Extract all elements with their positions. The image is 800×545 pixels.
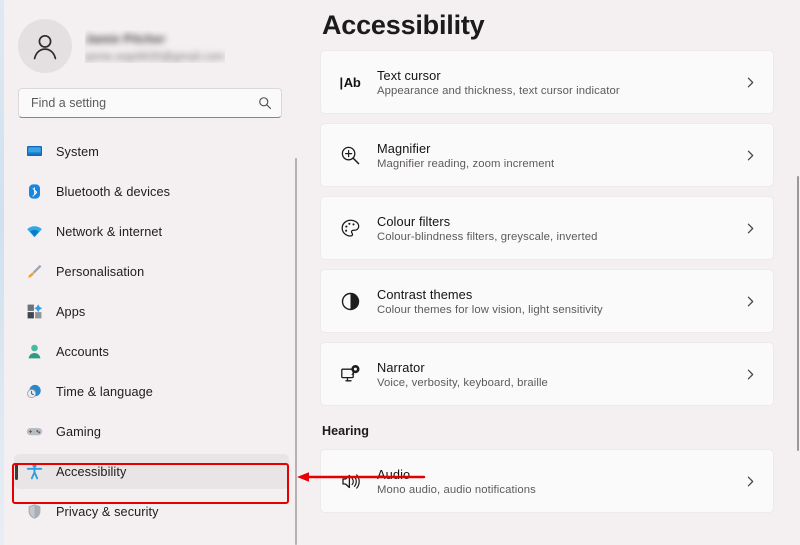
accessibility-icon	[26, 463, 43, 480]
sidebar-item-accounts[interactable]: Accounts	[14, 334, 289, 369]
bluetooth-icon	[26, 183, 43, 200]
chevron-right-icon	[744, 369, 757, 380]
sidebar-item-gaming[interactable]: Gaming	[14, 414, 289, 449]
card-colour-filters[interactable]: Colour filters Colour-blindness filters,…	[320, 196, 774, 260]
sidebar-item-label: Privacy & security	[56, 504, 159, 519]
sidebar-item-label: Bluetooth & devices	[56, 184, 171, 199]
window-edge-strip	[0, 0, 4, 545]
contrast-icon	[335, 291, 365, 312]
sidebar-nav: System Bluetooth & devices Network & int…	[0, 134, 300, 529]
paintbrush-icon	[26, 263, 43, 280]
avatar	[18, 19, 72, 73]
account-text: Jamie Pitcher jamie.wap9635@gmail.com	[85, 30, 225, 63]
page-title: Accessibility	[322, 10, 485, 40]
main-content: Accessibility | Ab Text cursor Appearance…	[300, 0, 800, 545]
sidebar-item-label: Time & language	[56, 384, 153, 399]
colour-palette-icon	[335, 218, 365, 239]
account-email: jamie.wap9635@gmail.com	[85, 50, 225, 63]
chevron-right-icon	[744, 476, 757, 487]
magnifier-icon	[335, 145, 365, 166]
card-text: Contrast themes Colour themes for low vi…	[377, 287, 744, 316]
sidebar: Jamie Pitcher jamie.wap9635@gmail.com Fi…	[0, 0, 300, 545]
card-title: Contrast themes	[377, 286, 473, 302]
card-subtitle: Voice, verbosity, keyboard, braille	[377, 376, 548, 389]
sidebar-item-label: Gaming	[56, 424, 102, 439]
card-subtitle: Appearance and thickness, text cursor in…	[377, 84, 620, 97]
chevron-right-icon	[744, 296, 757, 307]
monitor-icon	[26, 143, 43, 160]
main-scrollbar[interactable]	[797, 176, 799, 451]
card-subtitle: Magnifier reading, zoom increment	[377, 157, 555, 170]
card-text: Audio Mono audio, audio notifications	[377, 467, 744, 496]
card-text: Magnifier Magnifier reading, zoom increm…	[377, 141, 744, 170]
settings-window: Jamie Pitcher jamie.wap9635@gmail.com Fi…	[0, 0, 800, 545]
narrator-icon	[335, 364, 365, 385]
sidebar-item-label: Network & internet	[56, 224, 163, 239]
sidebar-item-label: Accessibility	[56, 464, 127, 479]
search-input[interactable]	[31, 96, 251, 110]
card-text-cursor[interactable]: | Ab Text cursor Appearance and thickness…	[320, 50, 774, 114]
account-name: Jamie Pitcher	[85, 31, 166, 46]
sidebar-item-privacy-security[interactable]: Privacy & security	[14, 494, 289, 529]
text-cursor-icon: | Ab	[339, 74, 361, 90]
gamepad-icon	[26, 423, 43, 440]
sidebar-item-label: Personalisation	[56, 264, 145, 279]
search-box[interactable]	[18, 88, 282, 118]
card-contrast-themes[interactable]: Contrast themes Colour themes for low vi…	[320, 269, 774, 333]
card-text: Narrator Voice, verbosity, keyboard, bra…	[377, 360, 744, 389]
card-narrator[interactable]: Narrator Voice, verbosity, keyboard, bra…	[320, 342, 774, 406]
apps-grid-icon	[26, 303, 43, 320]
person-icon	[26, 343, 43, 360]
card-subtitle: Mono audio, audio notifications	[377, 483, 536, 496]
shield-icon	[26, 503, 43, 520]
sidebar-item-system[interactable]: System	[14, 134, 289, 169]
sidebar-item-personalisation[interactable]: Personalisation	[14, 254, 289, 289]
wifi-icon	[26, 223, 43, 240]
card-magnifier[interactable]: Magnifier Magnifier reading, zoom increm…	[320, 123, 774, 187]
card-subtitle: Colour themes for low vision, light sens…	[377, 303, 603, 316]
card-text: Colour filters Colour-blindness filters,…	[377, 214, 744, 243]
card-title: Narrator	[377, 359, 425, 375]
card-text: Text cursor Appearance and thickness, te…	[377, 68, 744, 97]
chevron-right-icon	[744, 223, 757, 234]
chevron-right-icon	[744, 77, 757, 88]
sidebar-item-apps[interactable]: Apps	[14, 294, 289, 329]
person-avatar-icon	[33, 34, 57, 60]
sidebar-item-label: Apps	[56, 304, 86, 319]
card-title: Text cursor	[377, 67, 441, 83]
sidebar-item-accessibility[interactable]: Accessibility	[14, 454, 289, 489]
card-subtitle: Colour-blindness filters, greyscale, inv…	[377, 230, 598, 243]
search-icon	[259, 97, 272, 110]
card-title: Magnifier	[377, 140, 431, 156]
sidebar-item-label: Accounts	[56, 344, 109, 359]
account-header[interactable]: Jamie Pitcher jamie.wap9635@gmail.com	[0, 0, 300, 78]
sidebar-scrollbar[interactable]	[295, 158, 297, 545]
card-title: Audio	[377, 466, 411, 482]
sidebar-item-bluetooth-devices[interactable]: Bluetooth & devices	[14, 174, 289, 209]
chevron-right-icon	[744, 150, 757, 161]
sidebar-item-label: System	[56, 144, 99, 159]
clock-globe-icon	[26, 383, 43, 400]
card-title: Colour filters	[377, 213, 451, 229]
section-header-hearing: Hearing	[322, 424, 369, 438]
sidebar-item-time-language[interactable]: Time & language	[14, 374, 289, 409]
annotation-arrow-icon	[297, 472, 426, 482]
sidebar-item-network-internet[interactable]: Network & internet	[14, 214, 289, 249]
search-wrapper	[0, 78, 300, 118]
